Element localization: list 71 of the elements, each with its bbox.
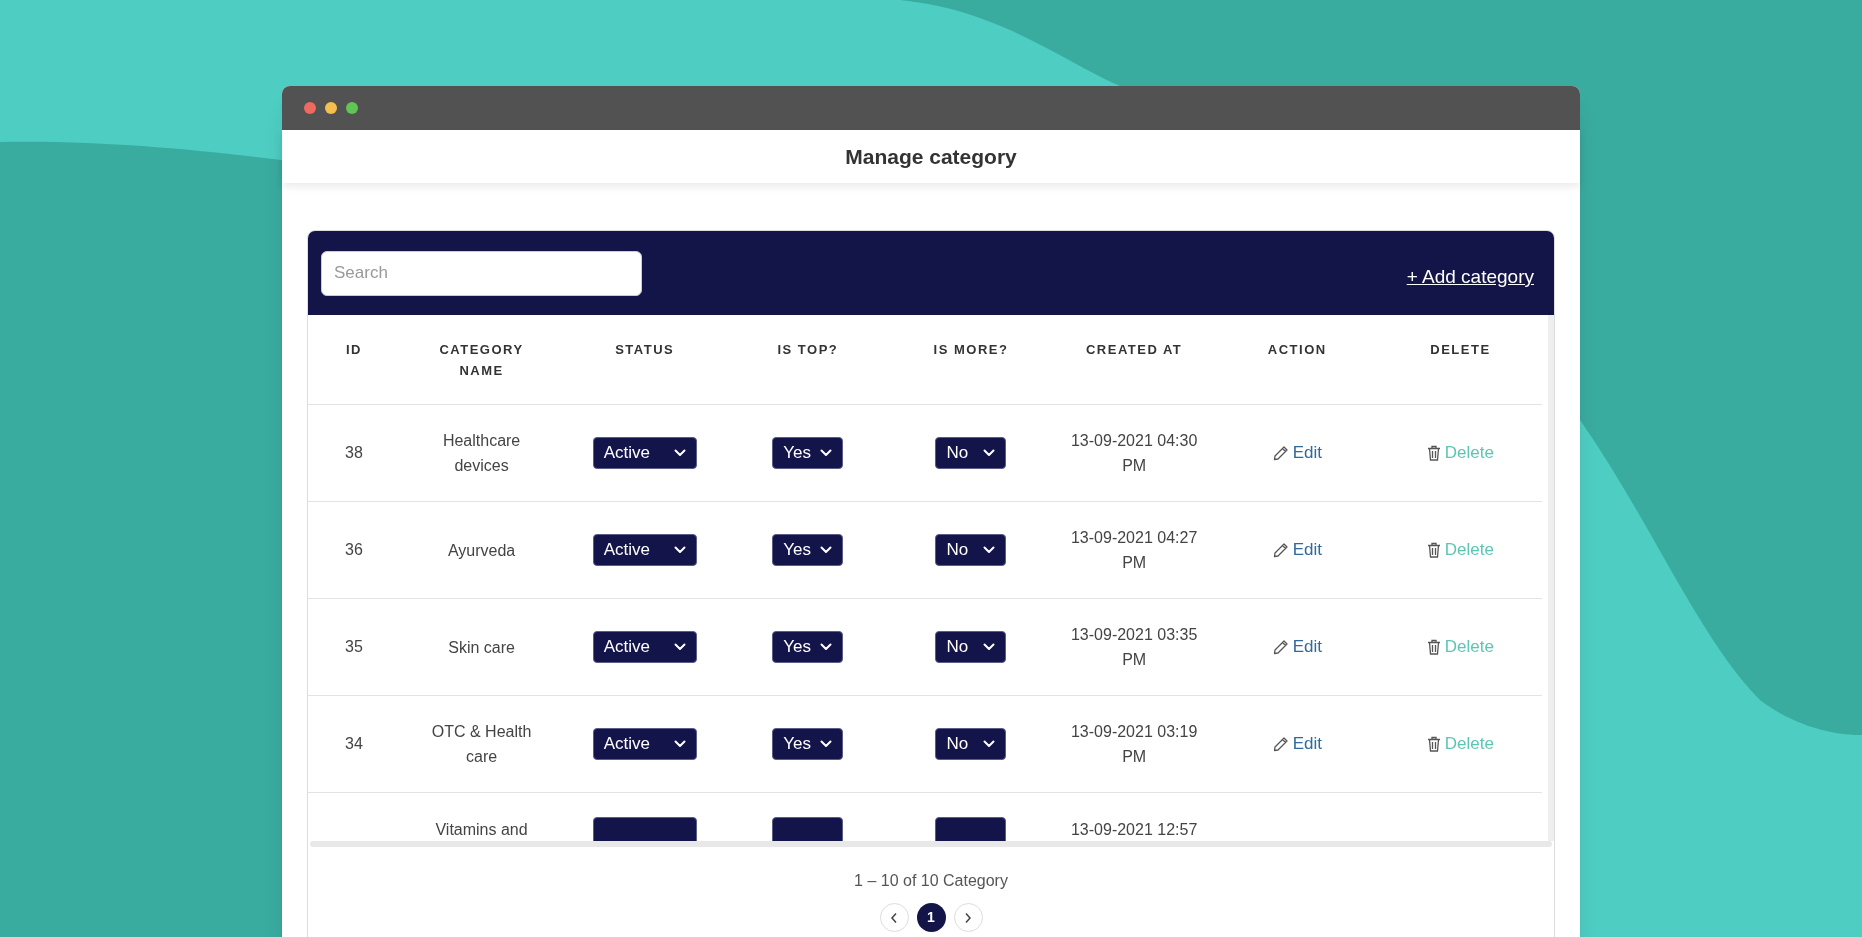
column-header: STATUS [615, 341, 675, 359]
status-dropdown[interactable]: Active [592, 437, 697, 469]
created-at-cell-text: 13-09-2021 12:57 [1069, 820, 1199, 840]
is-top-dropdown[interactable]: Yes [772, 728, 844, 760]
is-top-dropdown[interactable]: Yes [772, 631, 844, 663]
column-header: ID [346, 341, 362, 359]
edit-link[interactable]: Edit [1272, 440, 1322, 466]
close-icon[interactable] [304, 102, 316, 114]
created-at-cell-text: 13-09-2021 03:35 PM [1069, 625, 1199, 670]
is-top-dropdown[interactable]: Yes [772, 437, 844, 469]
page-button[interactable]: 1 [916, 903, 946, 932]
edit-link[interactable]: Edit [1272, 634, 1322, 660]
chevron-right-icon [964, 911, 972, 924]
column-header: CREATED AT [1085, 341, 1183, 359]
status-dropdown[interactable]: Active [592, 534, 697, 566]
category-name-cell-text: Skin care [447, 637, 516, 658]
pencil-icon [1272, 639, 1289, 655]
column-header: IS TOP? [777, 341, 839, 359]
category-name-cell-text: OTC & Health care [430, 722, 533, 767]
chevron-down-icon [673, 449, 686, 457]
trash-icon [1426, 542, 1441, 558]
is-top-dropdown[interactable]: Yes [772, 534, 844, 566]
maximize-icon[interactable] [346, 102, 358, 114]
chevron-down-icon [820, 740, 833, 748]
minimize-icon[interactable] [325, 102, 337, 114]
add-category-link[interactable]: + Add category [1406, 262, 1534, 292]
created-at-cell-text: 13-09-2021 04:27 PM [1069, 528, 1199, 573]
id-cell-text: 35 [345, 637, 363, 657]
edit-link[interactable]: Edit [1272, 537, 1322, 563]
trash-icon [1426, 639, 1441, 655]
chevron-down-icon [820, 643, 833, 651]
chevron-down-icon [820, 546, 833, 554]
status-dropdown[interactable] [592, 817, 697, 841]
category-name-cell-text: Ayurveda [446, 540, 517, 561]
is-top-dropdown[interactable] [772, 817, 844, 841]
trash-icon [1426, 736, 1441, 752]
chevron-down-icon [983, 740, 996, 748]
chevron-down-icon [673, 740, 686, 748]
id-cell-text: 34 [345, 734, 363, 754]
pencil-icon [1272, 736, 1289, 752]
column-header: ACTION [1267, 341, 1327, 359]
chevron-down-icon [983, 643, 996, 651]
is-more-dropdown[interactable]: No [935, 631, 1007, 663]
column-header: IS MORE? [933, 341, 1009, 359]
created-at-cell-text: 13-09-2021 03:19 PM [1069, 722, 1199, 767]
pagination-summary: 1 – 10 of 10 Category [854, 871, 1008, 891]
chevron-down-icon [983, 546, 996, 554]
category-name-cell-text: Healthcare devices [441, 431, 522, 476]
created-at-cell-text: 13-09-2021 04:30 PM [1069, 431, 1199, 476]
is-more-dropdown[interactable]: No [935, 437, 1007, 469]
chevron-down-icon [673, 546, 686, 554]
chevron-down-icon [820, 449, 833, 457]
is-more-dropdown[interactable]: No [935, 534, 1007, 566]
pencil-icon [1272, 542, 1289, 558]
chevron-left-icon [890, 911, 898, 924]
column-header: DELETE [1430, 341, 1491, 359]
status-dropdown[interactable]: Active [592, 728, 697, 760]
is-more-dropdown[interactable]: No [935, 728, 1007, 760]
chevron-down-icon [673, 643, 686, 651]
page-title: Manage category [845, 143, 1017, 170]
edit-link[interactable]: Edit [1272, 731, 1322, 757]
trash-icon [1426, 445, 1441, 461]
search-field[interactable]: Search [321, 250, 642, 296]
pencil-icon [1272, 445, 1289, 461]
category-name-cell-text: Vitamins and [434, 820, 529, 840]
id-cell-text: 38 [345, 443, 363, 463]
id-cell-text: 36 [345, 540, 363, 560]
status-dropdown[interactable]: Active [592, 631, 697, 663]
chevron-down-icon [983, 449, 996, 457]
is-more-dropdown[interactable] [935, 817, 1007, 841]
column-header: CATEGORY NAME [438, 341, 525, 380]
